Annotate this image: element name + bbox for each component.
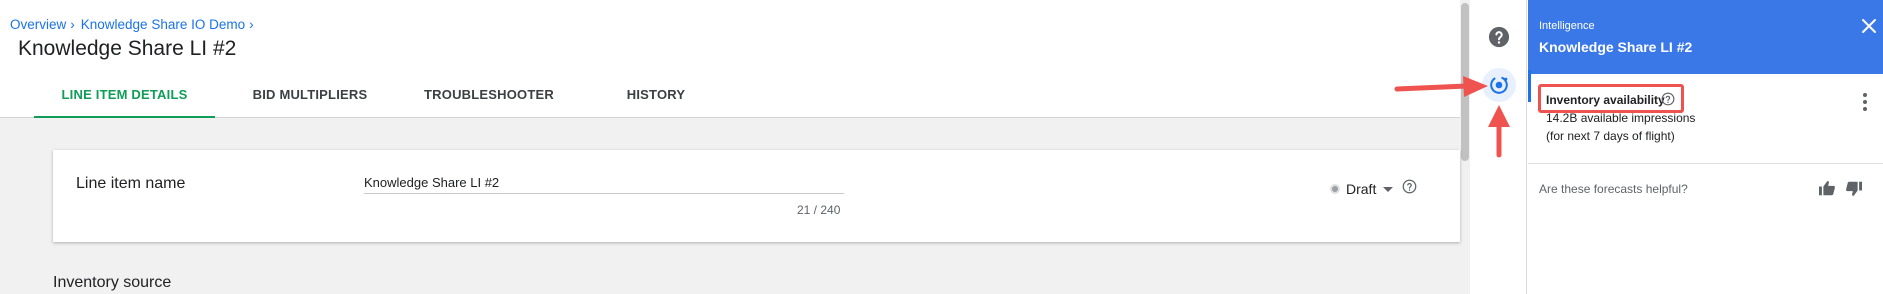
feedback-question: Are these forecasts helpful? [1539,182,1688,196]
intelligence-panel: Intelligence Knowledge Share LI #2 Inven… [1528,0,1883,294]
page-title: Knowledge Share LI #2 [18,37,237,60]
annotation-arrow-up [1488,105,1510,158]
thumbs-up-icon[interactable] [1818,180,1836,196]
inventory-availability-heading: Inventory availability [1546,93,1665,107]
status-dropdown[interactable]: Draft [1330,180,1394,198]
intelligence-panel-title: Knowledge Share LI #2 [1539,39,1693,55]
help-circle-icon[interactable] [1488,26,1510,48]
caret-down-icon [1383,186,1394,192]
tab-history[interactable]: HISTORY [611,76,701,118]
line-item-name-input[interactable] [364,172,844,194]
intelligence-panel-header: Intelligence Knowledge Share LI #2 [1528,0,1883,74]
help-outline-icon[interactable] [1661,92,1675,106]
thumbs-down-icon[interactable] [1845,181,1863,197]
breadcrumb: Overview › Knowledge Share IO Demo › [10,17,260,32]
tab-troubleshooter[interactable]: TROUBLESHOOTER [414,76,564,118]
close-icon[interactable] [1861,18,1877,34]
breadcrumb-overview-link[interactable]: Overview [10,17,66,32]
intelligence-panel-eyebrow: Intelligence [1539,20,1595,32]
tab-bar: LINE ITEM DETAILS BID MULTIPLIERS TROUBL… [34,76,934,118]
more-vert-icon[interactable] [1862,93,1868,113]
inventory-availability-section: Inventory availability 14.2B available i… [1528,74,1883,164]
line-item-name-card: Line item name 21 / 240 Draft [53,150,1460,242]
tab-bid-multipliers[interactable]: BID MULTIPLIERS [240,76,380,118]
page-header: Overview › Knowledge Share IO Demo › Knowle… [0,0,1470,118]
annotation-arrow-right [1394,76,1488,97]
help-outline-icon[interactable] [1402,179,1417,194]
breadcrumb-separator: › [70,17,75,32]
main-content: Overview › Knowledge Share IO Demo › Knowle… [0,0,1470,294]
inventory-source-heading: Inventory source [53,274,172,291]
breadcrumb-io-link[interactable]: Knowledge Share IO Demo [81,17,245,32]
breadcrumb-separator: › [249,17,254,32]
character-count: 21 / 240 [797,203,841,217]
available-impressions-value: 14.2B available impressions [1546,111,1696,125]
active-tab-indicator [34,116,215,118]
line-item-name-label: Line item name [76,175,186,192]
availability-period-note: (for next 7 days of flight) [1546,129,1675,143]
tab-line-item-details[interactable]: LINE ITEM DETAILS [34,76,215,118]
status-dot-icon [1330,184,1340,194]
status-label: Draft [1346,181,1377,197]
